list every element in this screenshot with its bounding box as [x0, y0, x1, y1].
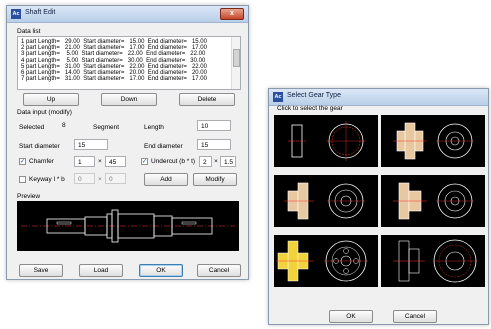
keyway-label: Keyway l * b [29, 176, 65, 183]
app-icon: Ac [273, 92, 283, 102]
shaft-edit-titlebar[interactable]: Ac Shaft Edit x [7, 6, 248, 23]
start-diameter-label: Start diameter [19, 143, 60, 150]
modify-button[interactable]: Modify [193, 173, 237, 186]
app-icon: Ac [11, 9, 21, 19]
gear-option-stepped-hub[interactable] [381, 175, 485, 227]
stepped-gear-icon [393, 182, 474, 220]
selected-value: 8 [62, 122, 66, 129]
webbed-gear-icon [276, 240, 368, 282]
chamfer-label: Chamfer [29, 158, 54, 165]
flange-gear-icon [284, 182, 365, 220]
selected-label: Selected [19, 124, 45, 131]
gear-option-flange-bore[interactable] [274, 175, 378, 227]
window-title: Select Gear Type [287, 92, 341, 99]
segment-label: Segment [93, 124, 120, 131]
spur-gear-icon [288, 121, 366, 161]
data-list-label: Data list [17, 28, 41, 35]
delete-button[interactable]: Delete [179, 93, 235, 106]
undercut-times: × [214, 158, 218, 165]
undercut-label: Undercut (b * t) [151, 158, 196, 165]
list-scrollbar[interactable] [231, 37, 240, 89]
ring-gear-icon [393, 239, 477, 283]
keyway-b-field[interactable]: 0 [105, 173, 126, 184]
check-icon: ✓ [20, 159, 26, 165]
close-icon: x [230, 10, 234, 17]
end-diameter-label: End diameter [144, 143, 183, 150]
undercut-b-field[interactable]: 2 [199, 156, 212, 167]
chamfer-b-field[interactable]: 45 [105, 156, 126, 167]
gear-option-large-ring[interactable] [381, 235, 485, 287]
gear-ok-button[interactable]: OK [329, 310, 373, 323]
up-button[interactable]: Up [23, 93, 79, 106]
load-button[interactable]: Load [79, 264, 123, 277]
ok-button[interactable]: OK [139, 264, 183, 277]
keyway-checkbox[interactable] [19, 176, 26, 183]
cancel-button[interactable]: Cancel [197, 264, 241, 277]
length-label: Length [144, 124, 164, 131]
chamfer-checkbox[interactable]: ✓ [19, 158, 26, 165]
gear-type-titlebar[interactable]: Ac Select Gear Type [269, 89, 488, 106]
list-item[interactable]: 7 part Length= 31.00 Start diameter= 17.… [18, 76, 240, 82]
start-diameter-field[interactable]: 15 [74, 139, 108, 150]
shaft-edit-window: Ac Shaft Edit x Data list 1 part Length=… [6, 5, 249, 280]
select-gear-type-window: Ac Select Gear Type Click to select the … [268, 88, 489, 325]
data-list[interactable]: 1 part Length= 29.00 Start diameter= 15.… [17, 36, 241, 90]
down-button[interactable]: Down [101, 93, 157, 106]
save-button[interactable]: Save [19, 264, 63, 277]
chamfer-times: × [98, 158, 102, 165]
gear-cancel-button[interactable]: Cancel [393, 310, 437, 323]
data-input-label: Data input (modify) [17, 109, 72, 116]
length-field[interactable]: 10 [197, 120, 231, 131]
gear-option-webbed-holes[interactable] [274, 235, 378, 287]
window-title: Shaft Edit [25, 9, 56, 16]
undercut-t-field[interactable]: 1.5 [220, 156, 236, 167]
gear-option-hub-keyway[interactable] [381, 115, 485, 167]
keyway-l-field[interactable]: 0 [74, 173, 95, 184]
shaft-preview-canvas [17, 201, 239, 251]
check-icon: ✓ [142, 159, 148, 165]
chamfer-a-field[interactable]: 1 [74, 156, 95, 167]
hub-gear-icon [393, 122, 474, 160]
preview-label: Preview [17, 193, 41, 200]
close-button[interactable]: x [220, 8, 244, 20]
instruction-text: Click to select the gear [277, 105, 343, 112]
keyway-times: × [98, 176, 102, 183]
end-diameter-field[interactable]: 15 [197, 139, 231, 150]
add-button[interactable]: Add [144, 173, 188, 186]
shaft-drawing [21, 209, 235, 243]
undercut-checkbox[interactable]: ✓ [141, 158, 148, 165]
gear-option-spur-shaft[interactable] [274, 115, 378, 167]
